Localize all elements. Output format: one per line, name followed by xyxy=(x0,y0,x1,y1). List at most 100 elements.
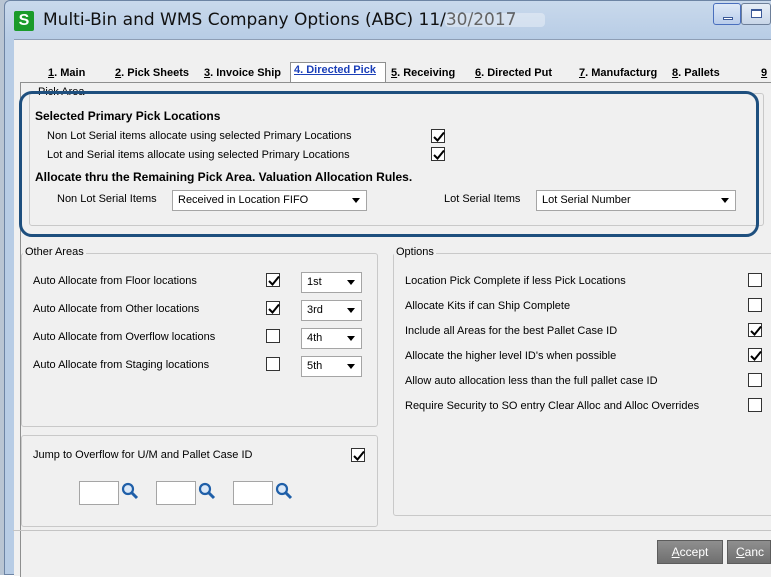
tab-label: . Pallets xyxy=(678,67,720,79)
option-checkbox-5[interactable] xyxy=(748,373,762,387)
checkmark-icon xyxy=(750,350,762,361)
lookup-field-1[interactable] xyxy=(79,481,119,505)
lookup-field-2[interactable] xyxy=(156,481,196,505)
tab-receiving[interactable]: 5. Receiving xyxy=(391,67,455,79)
tab-manufacturing[interactable]: 7. Manufacturg xyxy=(579,67,657,79)
option-label-1: Location Pick Complete if less Pick Loca… xyxy=(405,275,626,287)
overflow-locations-checkbox[interactable] xyxy=(266,329,280,343)
overflow-order-select[interactable]: 4th xyxy=(301,328,362,349)
non-lot-items-label: Non Lot Serial Items xyxy=(57,193,157,205)
checkmark-icon xyxy=(268,275,280,286)
jump-overflow-checkbox[interactable] xyxy=(351,448,365,462)
option-label-4: Allocate the higher level ID's when poss… xyxy=(405,350,617,362)
tab-main[interactable]: 1. Main xyxy=(48,67,85,79)
option-checkbox-3[interactable] xyxy=(748,323,762,337)
chevron-down-icon xyxy=(347,280,355,285)
lot-valuation-value: Lot Serial Number xyxy=(542,194,631,206)
overflow-locations-label: Auto Allocate from Overflow locations xyxy=(33,331,216,343)
magnifier-icon[interactable] xyxy=(121,482,139,500)
non-lot-primary-label: Non Lot Serial items allocate using sele… xyxy=(47,130,352,142)
checkmark-icon xyxy=(433,149,445,160)
tab-hotkey: 9 xyxy=(761,67,768,79)
non-lot-primary-checkbox[interactable] xyxy=(431,129,445,143)
option-checkbox-2[interactable] xyxy=(748,298,762,312)
lot-primary-checkbox[interactable] xyxy=(431,147,445,161)
non-lot-valuation-select[interactable]: Received in Location FIFO xyxy=(172,190,367,211)
tab-strip: 1. Main 2. Pick Sheets 3. Invoice Ship 4… xyxy=(14,40,771,82)
checkmark-icon xyxy=(353,450,365,461)
title-bar[interactable]: S Multi-Bin and WMS Company Options (ABC… xyxy=(5,1,771,39)
tab-label: . Directed Put xyxy=(481,67,553,79)
accept-label: ccept xyxy=(679,545,709,559)
footer-divider xyxy=(13,530,771,531)
tab-directed-put[interactable]: 6. Directed Put xyxy=(475,67,552,79)
cancel-label: anc xyxy=(744,545,765,559)
minimize-button[interactable] xyxy=(713,3,741,25)
tab-invoice-ship[interactable]: 3. Invoice Ship xyxy=(204,67,281,79)
non-lot-valuation-value: Received in Location FIFO xyxy=(178,194,309,206)
option-label-5: Allow auto allocation less than the full… xyxy=(405,375,658,387)
tab-label: . Directed Pick xyxy=(300,64,376,76)
floor-locations-label: Auto Allocate from Floor locations xyxy=(33,275,197,287)
primary-locations-heading: Selected Primary Pick Locations xyxy=(35,109,221,123)
option-label-2: Allocate Kits if can Ship Complete xyxy=(405,300,571,312)
maximize-button[interactable] xyxy=(741,3,771,25)
other-order-select[interactable]: 3rd xyxy=(301,300,362,321)
chevron-down-icon xyxy=(347,308,355,313)
floor-order-select[interactable]: 1st xyxy=(301,272,362,293)
dialog-window: S Multi-Bin and WMS Company Options (ABC… xyxy=(4,0,771,577)
app-logo-icon: S xyxy=(14,11,34,31)
tab-directed-pick[interactable]: 4. Directed Pick xyxy=(290,62,386,82)
other-areas-title: Other Areas xyxy=(23,246,86,258)
chevron-down-icon xyxy=(347,336,355,341)
option-checkbox-6[interactable] xyxy=(748,398,762,412)
overflow-order-value: 4th xyxy=(307,332,323,344)
tab-label: . Pick Sheets xyxy=(121,67,189,79)
accept-hotkey: A xyxy=(671,545,680,559)
lot-items-label: Lot Serial Items xyxy=(444,193,521,205)
magnifier-icon[interactable] xyxy=(198,482,216,500)
lot-valuation-select[interactable]: Lot Serial Number xyxy=(536,190,736,211)
minimize-icon xyxy=(723,17,733,20)
tab-pick-sheets[interactable]: 2. Pick Sheets xyxy=(115,67,189,79)
lot-primary-label: Lot and Serial items allocate using sele… xyxy=(47,149,350,161)
chevron-down-icon xyxy=(347,364,355,369)
pick-area-title: Pick Area xyxy=(36,86,87,98)
other-order-value: 3rd xyxy=(307,304,323,316)
cancel-hotkey: C xyxy=(736,545,745,559)
checkmark-icon xyxy=(433,131,445,142)
tab-9[interactable]: 9 xyxy=(761,67,767,79)
maximize-icon xyxy=(751,9,762,18)
remaining-pick-heading: Allocate thru the Remaining Pick Area. V… xyxy=(35,170,413,184)
title-ghost xyxy=(445,13,545,27)
option-checkbox-1[interactable] xyxy=(748,273,762,287)
staging-locations-checkbox[interactable] xyxy=(266,357,280,371)
tab-panel-directed-pick: Pick Area Selected Primary Pick Location… xyxy=(20,82,771,577)
other-locations-checkbox[interactable] xyxy=(266,301,280,315)
dialog-client-area: 1. Main 2. Pick Sheets 3. Invoice Ship 4… xyxy=(14,39,771,577)
magnifier-icon[interactable] xyxy=(275,482,293,500)
accept-button[interactable]: Accept xyxy=(657,540,723,564)
option-checkbox-4[interactable] xyxy=(748,348,762,362)
floor-order-value: 1st xyxy=(307,276,322,288)
option-label-6: Require Security to SO entry Clear Alloc… xyxy=(405,400,700,412)
options-title: Options xyxy=(394,246,436,258)
option-label-3: Include all Areas for the best Pallet Ca… xyxy=(405,325,618,337)
jump-overflow-label: Jump to Overflow for U/M and Pallet Case… xyxy=(33,449,253,461)
chevron-down-icon xyxy=(352,198,360,203)
tab-label: . Receiving xyxy=(397,67,456,79)
tab-label: . Main xyxy=(54,67,86,79)
chevron-down-icon xyxy=(721,198,729,203)
tab-label: . Invoice Ship xyxy=(210,67,282,79)
cancel-button[interactable]: Canc xyxy=(727,540,771,564)
tab-label: . Manufacturg xyxy=(585,67,658,79)
staging-order-select[interactable]: 5th xyxy=(301,356,362,377)
floor-locations-checkbox[interactable] xyxy=(266,273,280,287)
checkmark-icon xyxy=(750,325,762,336)
staging-order-value: 5th xyxy=(307,360,323,372)
tab-pallets[interactable]: 8. Pallets xyxy=(672,67,720,79)
lookup-field-3[interactable] xyxy=(233,481,273,505)
checkmark-icon xyxy=(268,303,280,314)
staging-locations-label: Auto Allocate from Staging locations xyxy=(33,359,210,371)
other-locations-label: Auto Allocate from Other locations xyxy=(33,303,200,315)
